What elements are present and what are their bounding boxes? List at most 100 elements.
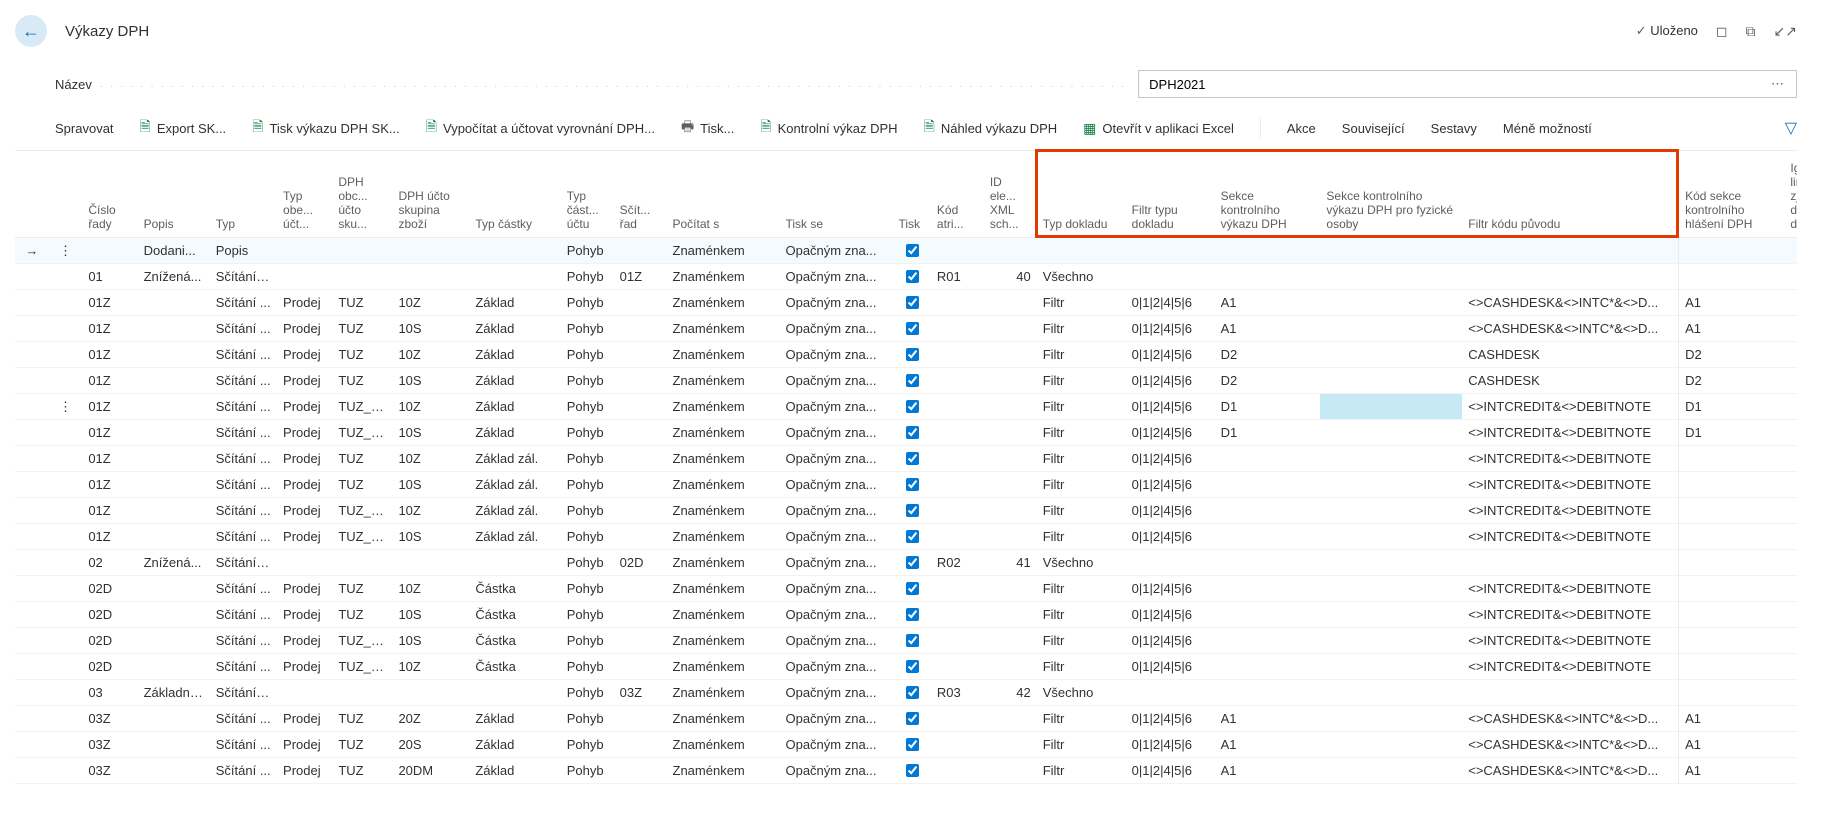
tisk-checkbox[interactable] — [906, 374, 919, 387]
cell-tisk-se[interactable]: Opačným zna... — [779, 654, 892, 680]
cell-row-no[interactable]: 03Z — [82, 758, 137, 784]
cell-kod-atri[interactable] — [931, 316, 984, 342]
cell-typ[interactable]: Sčítání ... — [210, 498, 277, 524]
cell-filtr-typu[interactable]: 0|1|2|4|5|6 — [1126, 394, 1215, 420]
cell-typ-cast-uctu[interactable]: Pohyb — [561, 368, 614, 394]
cell-dph-ucto[interactable]: 10Z — [392, 290, 469, 316]
cell-tisk-se[interactable]: Opačným zna... — [779, 394, 892, 420]
cell-typ-castky[interactable]: Základ zál. — [469, 472, 560, 498]
col-typ-castky[interactable]: Typ částky — [469, 151, 560, 238]
cell-dph-obc[interactable]: TUZ_RP — [332, 394, 392, 420]
cell-typ[interactable]: Sčítání ... — [210, 706, 277, 732]
cell-filtr-typu[interactable]: 0|1|2|4|5|6 — [1126, 706, 1215, 732]
tisk-checkbox[interactable] — [906, 608, 919, 621]
cell-sekce-kv-fo[interactable] — [1320, 472, 1462, 498]
cell-kod-atri[interactable] — [931, 654, 984, 680]
cell-filtr-typu[interactable] — [1126, 550, 1215, 576]
cell-typ-cast-uctu[interactable]: Pohyb — [561, 706, 614, 732]
cell-typ-dokladu[interactable]: Všechno — [1037, 264, 1126, 290]
tisk-checkbox[interactable] — [906, 452, 919, 465]
row-menu-button[interactable] — [49, 576, 83, 602]
preview-button[interactable]: 🗎Náhled výkazu DPH — [924, 116, 1058, 140]
cell-typ-dokladu[interactable]: Filtr — [1037, 342, 1126, 368]
cell-id-ele[interactable] — [984, 290, 1037, 316]
cell-typ-obe[interactable]: Prodej — [277, 706, 332, 732]
cell-kod-atri[interactable]: R01 — [931, 264, 984, 290]
cell-tisk-se[interactable]: Opačným zna... — [779, 264, 892, 290]
tisk-checkbox[interactable] — [906, 478, 919, 491]
table-row[interactable]: 01ZSčítání ...ProdejTUZ_RP10ZZáklad zál.… — [15, 498, 1797, 524]
cell-kod-atri[interactable] — [931, 342, 984, 368]
cell-dph-ucto[interactable]: 10S — [392, 420, 469, 446]
cell-popis[interactable] — [138, 732, 210, 758]
cell-typ-dokladu[interactable]: Filtr — [1037, 316, 1126, 342]
cell-dph-obc[interactable]: TUZ — [332, 576, 392, 602]
cell-ign[interactable] — [1784, 238, 1797, 264]
cell-filtr-typu[interactable]: 0|1|2|4|5|6 — [1126, 472, 1215, 498]
cell-tisk[interactable] — [892, 394, 930, 420]
cell-tisk-se[interactable]: Opačným zna... — [779, 290, 892, 316]
cell-sekce-kv[interactable] — [1215, 680, 1321, 706]
cell-typ-obe[interactable] — [277, 550, 332, 576]
table-row[interactable]: 01ZSčítání ...ProdejTUZ_RP10SZákladPohyb… — [15, 420, 1797, 446]
cell-kod-sekce[interactable]: D1 — [1679, 420, 1785, 446]
cell-typ-castky[interactable]: Základ — [469, 732, 560, 758]
cell-tisk[interactable] — [892, 680, 930, 706]
cell-typ[interactable]: Sčítání ... — [210, 446, 277, 472]
cell-ign[interactable] — [1784, 732, 1797, 758]
cell-popis[interactable] — [138, 368, 210, 394]
col-scit-rad[interactable]: Sčít... řad — [614, 151, 667, 238]
cell-typ-obe[interactable]: Prodej — [277, 732, 332, 758]
popout-icon[interactable]: ⧉ — [1746, 23, 1756, 40]
cell-typ-dokladu[interactable]: Filtr — [1037, 576, 1126, 602]
cell-tisk[interactable] — [892, 446, 930, 472]
cell-kod-sekce[interactable] — [1679, 498, 1785, 524]
cell-tisk-se[interactable]: Opačným zna... — [779, 238, 892, 264]
reports-menu[interactable]: Sestavy — [1431, 121, 1477, 136]
cell-typ-obe[interactable]: Prodej — [277, 394, 332, 420]
cell-dph-obc[interactable]: TUZ — [332, 472, 392, 498]
cell-typ[interactable]: Sčítání ... — [210, 316, 277, 342]
cell-row-no[interactable]: 01Z — [82, 342, 137, 368]
cell-typ-obe[interactable]: Prodej — [277, 316, 332, 342]
cell-sekce-kv[interactable] — [1215, 602, 1321, 628]
cell-typ-dokladu[interactable]: Filtr — [1037, 524, 1126, 550]
cell-dph-obc[interactable] — [332, 550, 392, 576]
cell-typ-castky[interactable] — [469, 238, 560, 264]
cell-ign[interactable] — [1784, 472, 1797, 498]
cell-kod-sekce[interactable] — [1679, 264, 1785, 290]
cell-typ-cast-uctu[interactable]: Pohyb — [561, 316, 614, 342]
cell-tisk-se[interactable]: Opačným zna... — [779, 420, 892, 446]
cell-id-ele[interactable]: 40 — [984, 264, 1037, 290]
tisk-checkbox[interactable] — [906, 504, 919, 517]
row-menu-button[interactable] — [49, 628, 83, 654]
table-row[interactable]: 02DSčítání ...ProdejTUZ_RP10ZČástkaPohyb… — [15, 654, 1797, 680]
cell-typ-castky[interactable] — [469, 550, 560, 576]
table-row[interactable]: 03ZSčítání ...ProdejTUZ20SZákladPohybZna… — [15, 732, 1797, 758]
cell-dph-ucto[interactable]: 10S — [392, 316, 469, 342]
cell-typ-castky[interactable]: Základ zál. — [469, 446, 560, 472]
row-menu-button[interactable] — [49, 472, 83, 498]
cell-ign[interactable] — [1784, 706, 1797, 732]
row-menu-button[interactable] — [49, 290, 83, 316]
cell-tisk-se[interactable]: Opačným zna... — [779, 342, 892, 368]
cell-filtr-kodu[interactable]: <>INTCREDIT&<>DEBITNOTE — [1462, 654, 1678, 680]
cell-dph-ucto[interactable]: 10S — [392, 602, 469, 628]
cell-kod-sekce[interactable] — [1679, 654, 1785, 680]
col-kod-sekce[interactable]: Kód sekce kontrolního hlášení DPH — [1679, 151, 1785, 238]
cell-tisk[interactable] — [892, 264, 930, 290]
export-sk-button[interactable]: 🗎Export SK... — [140, 116, 227, 140]
cell-tisk-se[interactable]: Opačným zna... — [779, 316, 892, 342]
cell-typ-castky[interactable]: Základ — [469, 316, 560, 342]
cell-scit-rad[interactable] — [614, 628, 667, 654]
tisk-checkbox[interactable] — [906, 686, 919, 699]
cell-tisk-se[interactable]: Opačným zna... — [779, 498, 892, 524]
cell-typ-dokladu[interactable]: Filtr — [1037, 420, 1126, 446]
cell-typ-cast-uctu[interactable]: Pohyb — [561, 524, 614, 550]
cell-scit-rad[interactable] — [614, 446, 667, 472]
cell-typ-obe[interactable] — [277, 238, 332, 264]
cell-kod-atri[interactable] — [931, 420, 984, 446]
cell-kod-atri[interactable] — [931, 758, 984, 784]
tisk-checkbox[interactable] — [906, 556, 919, 569]
cell-ign[interactable] — [1784, 628, 1797, 654]
